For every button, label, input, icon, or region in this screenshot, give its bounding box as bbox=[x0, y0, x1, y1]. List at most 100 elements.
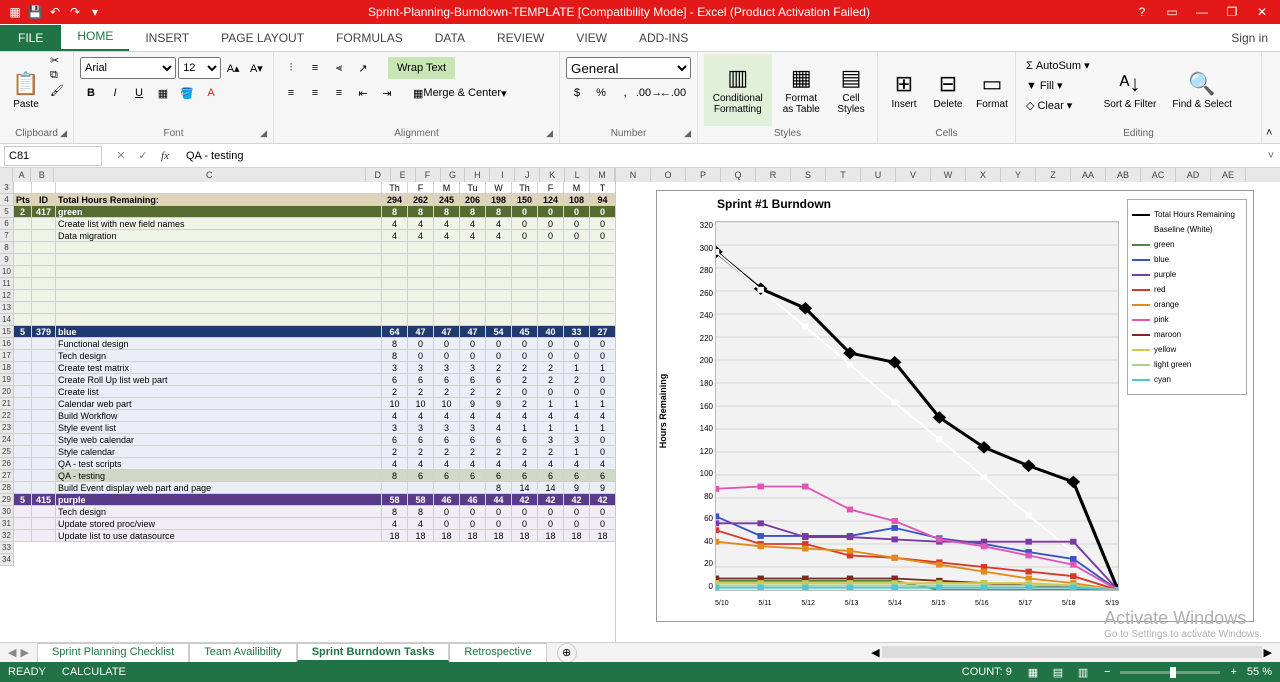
align-bottom-icon[interactable]: ⫷ bbox=[328, 57, 350, 79]
restore-icon[interactable]: ❐ bbox=[1218, 3, 1246, 21]
table-row[interactable]: Create Roll Up list web part6666622200 bbox=[14, 374, 616, 386]
col-head-U[interactable]: U bbox=[861, 168, 896, 182]
hscroll-right-icon[interactable]: ▶ bbox=[1264, 646, 1272, 659]
select-all-cell[interactable] bbox=[0, 168, 13, 182]
row-head[interactable]: 24 bbox=[0, 434, 14, 446]
cell-styles-button[interactable]: ▤Cell Styles bbox=[831, 54, 871, 126]
col-head-G[interactable]: G bbox=[441, 168, 466, 182]
table-row[interactable]: Create list with new field names44444000… bbox=[14, 218, 616, 230]
qat-dropdown-icon[interactable]: ▾ bbox=[86, 3, 104, 21]
help-icon[interactable]: ? bbox=[1128, 3, 1156, 21]
increase-font-icon[interactable]: A▴ bbox=[223, 57, 244, 79]
format-painter-icon[interactable]: 🖌 bbox=[50, 84, 64, 97]
font-size-select[interactable]: 12 bbox=[178, 57, 220, 79]
col-head-L[interactable]: L bbox=[565, 168, 590, 182]
chart-columns-area[interactable]: NOPQRSTUVWXYZAAABACADAE Sprint #1 Burndo… bbox=[616, 168, 1280, 642]
table-row[interactable]: Update stored proc/view4400000000 bbox=[14, 518, 616, 530]
col-head-O[interactable]: O bbox=[651, 168, 686, 182]
page-break-view-icon[interactable]: ▥ bbox=[1072, 666, 1094, 679]
close-icon[interactable]: ✕ bbox=[1248, 3, 1276, 21]
table-row[interactable]: Tech design8800000000 bbox=[14, 506, 616, 518]
col-head-AA[interactable]: AA bbox=[1071, 168, 1106, 182]
hscroll-left-icon[interactable]: ◀ bbox=[871, 646, 879, 659]
sign-in-link[interactable]: Sign in bbox=[1219, 25, 1280, 51]
normal-view-icon[interactable]: ▦ bbox=[1022, 666, 1044, 679]
number-format-select[interactable]: General bbox=[566, 57, 691, 79]
decrease-indent-icon[interactable]: ⇤ bbox=[352, 82, 374, 104]
row-head[interactable]: 14 bbox=[0, 314, 14, 326]
percent-format-icon[interactable]: % bbox=[590, 82, 612, 104]
conditional-formatting-button[interactable]: ▥Conditional Formatting bbox=[704, 54, 772, 126]
undo-icon[interactable]: ↶ bbox=[46, 3, 64, 21]
col-head-N[interactable]: N bbox=[616, 168, 651, 182]
cancel-formula-icon[interactable]: ✕ bbox=[112, 147, 130, 165]
font-dialog-icon[interactable]: ◢ bbox=[260, 128, 267, 139]
align-top-icon[interactable]: ⫶ bbox=[280, 57, 302, 79]
table-row[interactable]: QA - testing8666666660 bbox=[14, 470, 616, 482]
find-select-button[interactable]: 🔍Find & Select bbox=[1166, 54, 1237, 126]
name-box[interactable] bbox=[4, 146, 102, 166]
table-row[interactable]: Create test matrix3333222110 bbox=[14, 362, 616, 374]
new-sheet-button[interactable]: ⊕ bbox=[557, 643, 577, 663]
sheet-nav-next-icon[interactable]: ▶ bbox=[20, 646, 28, 659]
row-head[interactable]: 16 bbox=[0, 338, 14, 350]
col-head-J[interactable]: J bbox=[515, 168, 540, 182]
col-head-C[interactable]: C bbox=[54, 168, 366, 182]
col-head-Y[interactable]: Y bbox=[1001, 168, 1036, 182]
row-head[interactable]: 4 bbox=[0, 194, 14, 206]
grid[interactable]: ABCDEFGHIJKLM 34567891011121314151617181… bbox=[0, 168, 616, 642]
horizontal-scrollbar[interactable] bbox=[882, 646, 1262, 658]
row-head[interactable]: 21 bbox=[0, 398, 14, 410]
tab-view[interactable]: VIEW bbox=[560, 25, 623, 51]
zoom-slider[interactable] bbox=[1120, 671, 1220, 674]
col-head-I[interactable]: I bbox=[490, 168, 515, 182]
col-head-D[interactable]: D bbox=[366, 168, 391, 182]
row-head[interactable]: 29 bbox=[0, 494, 14, 506]
alignment-dialog-icon[interactable]: ◢ bbox=[546, 128, 553, 139]
table-row[interactable]: PtsIDTotal Hours Remaining:2942622452061… bbox=[14, 194, 616, 206]
row-head[interactable]: 18 bbox=[0, 362, 14, 374]
col-head-M[interactable]: M bbox=[590, 168, 615, 182]
table-row[interactable] bbox=[14, 266, 616, 278]
italic-button[interactable]: I bbox=[104, 82, 126, 104]
row-head[interactable]: 3 bbox=[0, 182, 14, 194]
zoom-in-icon[interactable]: + bbox=[1230, 666, 1236, 678]
table-row[interactable]: Data migration4444400000 bbox=[14, 230, 616, 242]
row-head[interactable]: 32 bbox=[0, 530, 14, 542]
font-name-select[interactable]: Arial bbox=[80, 57, 176, 79]
col-head-AC[interactable]: AC bbox=[1141, 168, 1176, 182]
sheet-tab[interactable]: Sprint Planning Checklist bbox=[37, 643, 189, 662]
row-head[interactable]: 19 bbox=[0, 374, 14, 386]
collapse-ribbon-icon[interactable]: ˄ bbox=[1266, 127, 1272, 139]
row-head[interactable]: 8 bbox=[0, 242, 14, 254]
page-layout-view-icon[interactable]: ▤ bbox=[1047, 666, 1069, 679]
autosum-button[interactable]: Σ AutoSum ▾ bbox=[1022, 57, 1094, 74]
col-head-V[interactable]: V bbox=[896, 168, 931, 182]
bold-button[interactable]: B bbox=[80, 82, 102, 104]
clipboard-dialog-icon[interactable]: ◢ bbox=[60, 128, 67, 139]
col-head-R[interactable]: R bbox=[756, 168, 791, 182]
font-color-icon[interactable]: A bbox=[200, 82, 222, 104]
tab-data[interactable]: DATA bbox=[419, 25, 481, 51]
row-head[interactable]: 26 bbox=[0, 458, 14, 470]
col-head-X[interactable]: X bbox=[966, 168, 1001, 182]
col-head-AE[interactable]: AE bbox=[1211, 168, 1246, 182]
orientation-icon[interactable]: ↗ bbox=[352, 57, 374, 79]
save-icon[interactable]: 💾 bbox=[26, 3, 44, 21]
expand-formula-bar-icon[interactable]: ˅ bbox=[1262, 150, 1280, 162]
row-head[interactable]: 33 bbox=[0, 542, 14, 554]
col-head-H[interactable]: H bbox=[465, 168, 490, 182]
merge-center-button[interactable]: ▦ Merge & Center ▾ bbox=[406, 82, 514, 104]
col-head-B[interactable]: B bbox=[31, 168, 54, 182]
table-row[interactable]: QA - test scripts4444444440 bbox=[14, 458, 616, 470]
border-icon[interactable]: ▦ bbox=[152, 82, 174, 104]
comma-format-icon[interactable]: , bbox=[614, 82, 636, 104]
increase-indent-icon[interactable]: ⇥ bbox=[376, 82, 398, 104]
row-head[interactable]: 5 bbox=[0, 206, 14, 218]
row-head[interactable]: 27 bbox=[0, 470, 14, 482]
format-cells-button[interactable]: ▭Format bbox=[972, 54, 1012, 126]
align-right-icon[interactable]: ≡ bbox=[328, 82, 350, 104]
table-row[interactable]: Create list2222200000 bbox=[14, 386, 616, 398]
insert-function-icon[interactable]: fx bbox=[156, 147, 174, 165]
decrease-decimal-icon[interactable]: ←.00 bbox=[662, 82, 684, 104]
